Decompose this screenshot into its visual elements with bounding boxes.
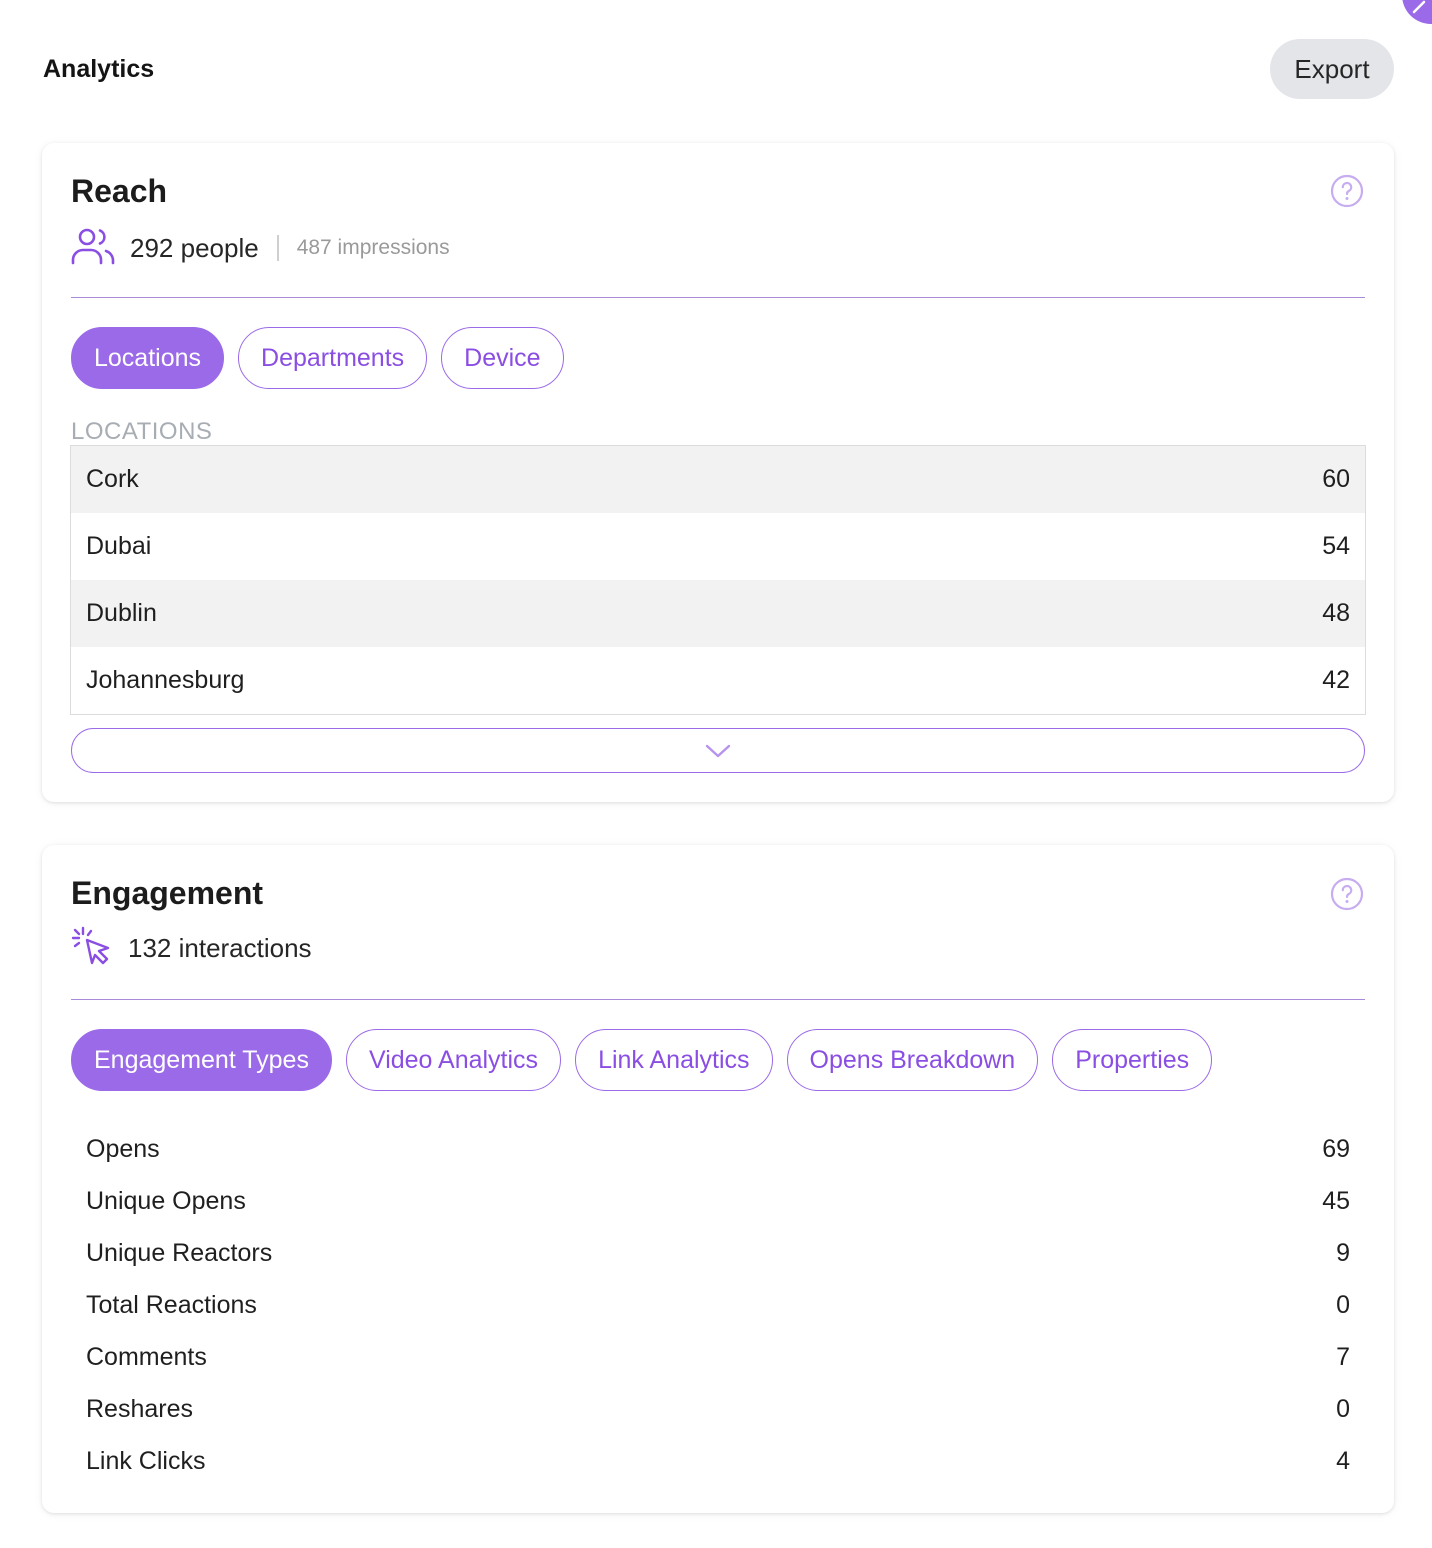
list-item: Comments 7 bbox=[86, 1331, 1350, 1383]
list-item: Link Clicks 4 bbox=[86, 1435, 1350, 1487]
location-name: Cork bbox=[86, 465, 139, 493]
help-circle-icon[interactable] bbox=[1330, 174, 1364, 213]
people-count: 292 people bbox=[130, 232, 259, 263]
metric-value: 9 bbox=[1336, 1238, 1350, 1267]
tab-engagement-types[interactable]: Engagement Types bbox=[71, 1029, 332, 1091]
engagement-title: Engagement bbox=[71, 875, 264, 911]
list-item: Total Reactions 0 bbox=[86, 1279, 1350, 1331]
tab-link-analytics[interactable]: Link Analytics bbox=[575, 1029, 773, 1091]
export-button[interactable]: Export bbox=[1270, 39, 1394, 99]
interactions-count: 132 interactions bbox=[128, 932, 312, 963]
reach-title: Reach bbox=[71, 173, 168, 209]
list-item: Reshares 0 bbox=[86, 1383, 1350, 1435]
metric-label: Total Reactions bbox=[86, 1290, 257, 1319]
chevron-down-icon bbox=[705, 744, 731, 757]
reach-card: Reach 292 people 487 impressions Locatio… bbox=[42, 143, 1394, 802]
metric-label: Unique Reactors bbox=[86, 1238, 273, 1267]
metric-value: 7 bbox=[1336, 1342, 1350, 1371]
reach-tabs: Locations Departments Device bbox=[71, 327, 564, 389]
metric-label: Opens bbox=[86, 1134, 160, 1163]
arrow-icon bbox=[1412, 0, 1426, 14]
location-count: 42 bbox=[1322, 666, 1350, 694]
impressions-count: 487 impressions bbox=[296, 236, 450, 259]
location-name: Dublin bbox=[86, 599, 157, 627]
corner-action-button[interactable] bbox=[1402, 0, 1432, 24]
location-count: 48 bbox=[1322, 599, 1350, 627]
engagement-card: Engagement 132 interactions Engagement T… bbox=[42, 845, 1394, 1513]
metric-value: 45 bbox=[1322, 1186, 1350, 1215]
location-name: Johannesburg bbox=[86, 666, 245, 694]
tab-video-analytics[interactable]: Video Analytics bbox=[345, 1029, 562, 1091]
engagement-divider bbox=[71, 999, 1365, 1000]
table-row: Cork 60 bbox=[71, 446, 1365, 513]
page-title: Analytics bbox=[43, 55, 155, 83]
engagement-tabs: Engagement Types Video Analytics Link An… bbox=[71, 1029, 1213, 1091]
locations-table: Cork 60 Dubai 54 Dublin 48 Johannesburg … bbox=[70, 445, 1366, 715]
table-row: Johannesburg 42 bbox=[71, 647, 1365, 714]
reach-stats: 292 people 487 impressions bbox=[70, 228, 450, 268]
engagement-stats: 132 interactions bbox=[70, 926, 312, 971]
location-name: Dubai bbox=[86, 532, 152, 560]
expand-locations-button[interactable] bbox=[71, 728, 1365, 773]
people-icon bbox=[70, 226, 116, 271]
table-row: Dubai 54 bbox=[71, 513, 1365, 580]
metric-value: 0 bbox=[1336, 1290, 1350, 1319]
tab-device[interactable]: Device bbox=[441, 327, 564, 389]
list-item: Unique Reactors 9 bbox=[86, 1227, 1350, 1279]
help-circle-icon[interactable] bbox=[1330, 877, 1364, 916]
list-item: Opens 69 bbox=[86, 1123, 1350, 1175]
click-cursor-icon bbox=[70, 926, 114, 971]
tab-properties[interactable]: Properties bbox=[1052, 1029, 1213, 1091]
reach-divider bbox=[71, 297, 1365, 298]
metric-value: 69 bbox=[1322, 1134, 1350, 1163]
location-count: 60 bbox=[1322, 465, 1350, 493]
metric-value: 4 bbox=[1336, 1446, 1350, 1475]
metric-label: Comments bbox=[86, 1342, 207, 1371]
engagement-metrics-list: Opens 69 Unique Opens 45 Unique Reactors… bbox=[86, 1123, 1350, 1487]
locations-heading: LOCATIONS bbox=[71, 418, 213, 445]
stat-separator bbox=[276, 235, 279, 261]
metric-label: Link Clicks bbox=[86, 1446, 206, 1475]
tab-locations[interactable]: Locations bbox=[71, 327, 225, 389]
location-count: 54 bbox=[1322, 532, 1350, 560]
metric-label: Reshares bbox=[86, 1394, 193, 1423]
tab-departments[interactable]: Departments bbox=[238, 327, 428, 389]
metric-label: Unique Opens bbox=[86, 1186, 246, 1215]
table-row: Dublin 48 bbox=[71, 580, 1365, 647]
list-item: Unique Opens 45 bbox=[86, 1175, 1350, 1227]
metric-value: 0 bbox=[1336, 1394, 1350, 1423]
tab-opens-breakdown[interactable]: Opens Breakdown bbox=[786, 1029, 1039, 1091]
analytics-page: Analytics Export Reach 292 people 487 im… bbox=[0, 0, 1432, 1548]
